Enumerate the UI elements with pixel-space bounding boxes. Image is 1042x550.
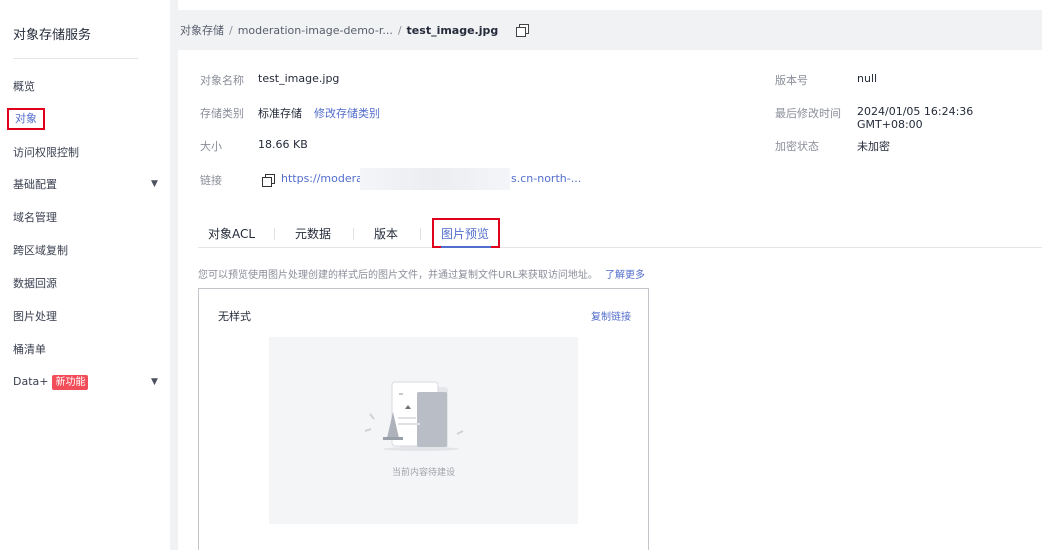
storage-class-value: 标准存储	[258, 107, 302, 120]
sidebar-item-inventory[interactable]: 桶清单	[13, 341, 46, 359]
encryption-value: 未加密	[857, 140, 890, 153]
sidebar-item-label: Data+	[13, 375, 49, 388]
style-name: 无样式	[218, 310, 251, 323]
encryption-label: 加密状态	[775, 140, 819, 153]
sidebar-item-basic-config[interactable]: 基础配置	[13, 176, 57, 194]
breadcrumb-root[interactable]: 对象存储	[180, 22, 224, 38]
chevron-down-icon[interactable]: ▼	[151, 179, 158, 189]
object-url-end[interactable]: s.cn-north-...	[511, 172, 581, 185]
tab-divider	[353, 228, 354, 240]
version-label: 版本号	[775, 74, 808, 87]
learn-more-link[interactable]: 了解更多	[605, 270, 645, 281]
preview-hint-text: 您可以预览使用图片处理创建的样式后的图片文件，并通过复制文件URL来获取访问地址…	[198, 270, 598, 281]
preview-card: 无样式 复制链接 当前内容待建设	[198, 288, 649, 550]
breadcrumb: 对象存储 / moderation-image-demo-r... / test…	[170, 10, 1042, 50]
tab-image-preview[interactable]: 图片预览	[441, 225, 489, 242]
empty-state-illustration-icon	[364, 381, 464, 451]
detail-tabs: 对象ACL 元数据 版本 图片预览	[198, 218, 1042, 248]
sidebar-item-objects[interactable]: 对象	[7, 108, 45, 130]
tab-object-acl[interactable]: 对象ACL	[208, 225, 255, 242]
breadcrumb-separator: /	[229, 23, 233, 37]
storage-class-label: 存储类别	[200, 107, 244, 120]
preview-hint: 您可以预览使用图片处理创建的样式后的图片文件，并通过复制文件URL来获取访问地址…	[198, 266, 645, 281]
breadcrumb-current: test_image.jpg	[406, 23, 499, 37]
copy-icon[interactable]	[262, 174, 275, 187]
link-label: 链接	[200, 174, 222, 187]
sidebar: 对象存储服务 概览 对象 访问权限控制 基础配置 ▼ 域名管理 跨区域复制 数据…	[0, 0, 170, 550]
copy-icon[interactable]	[516, 24, 530, 37]
size-label: 大小	[200, 140, 222, 153]
object-url-start[interactable]: https://modera	[281, 172, 363, 185]
sidebar-item-data-plus[interactable]: Data+ 新功能	[13, 373, 89, 391]
tab-divider	[274, 228, 275, 240]
last-modified-value: 2024/01/05 16:24:36 GMT+08:00	[857, 105, 974, 131]
object-name-value: test_image.jpg	[258, 72, 340, 85]
version-value: null	[857, 72, 878, 85]
chevron-down-icon[interactable]: ▼	[151, 377, 158, 387]
sidebar-item-image-processing[interactable]: 图片处理	[13, 308, 57, 326]
sidebar-title: 对象存储服务	[13, 28, 92, 43]
sidebar-item-overview[interactable]: 概览	[13, 78, 35, 96]
sidebar-divider	[13, 58, 138, 59]
object-detail-panel: 对象名称 test_image.jpg 存储类别 标准存储 修改存储类别 大小 …	[178, 50, 1042, 550]
copy-link-button[interactable]: 复制链接	[591, 308, 631, 323]
empty-state-caption: 当前内容待建设	[391, 468, 455, 478]
sidebar-item-back-to-source[interactable]: 数据回源	[13, 275, 57, 293]
tab-active-indicator	[441, 246, 491, 248]
layout-gap	[170, 0, 178, 550]
size-value: 18.66 KB	[258, 138, 308, 151]
breadcrumb-bucket[interactable]: moderation-image-demo-r...	[238, 24, 393, 37]
tab-versions[interactable]: 版本	[374, 225, 398, 242]
image-preview-area: 当前内容待建设	[269, 337, 578, 524]
tab-metadata[interactable]: 元数据	[295, 225, 331, 242]
object-name-label: 对象名称	[200, 74, 244, 87]
breadcrumb-separator: /	[397, 23, 402, 37]
new-feature-badge: 新功能	[52, 375, 89, 390]
sidebar-item-domain[interactable]: 域名管理	[13, 209, 57, 227]
sidebar-item-access-control[interactable]: 访问权限控制	[13, 144, 79, 162]
sidebar-item-replication[interactable]: 跨区域复制	[13, 242, 68, 260]
tab-divider	[420, 228, 421, 240]
change-storage-class-link[interactable]: 修改存储类别	[314, 105, 380, 121]
redacted-area	[360, 168, 510, 190]
last-modified-label: 最后修改时间	[775, 107, 841, 120]
